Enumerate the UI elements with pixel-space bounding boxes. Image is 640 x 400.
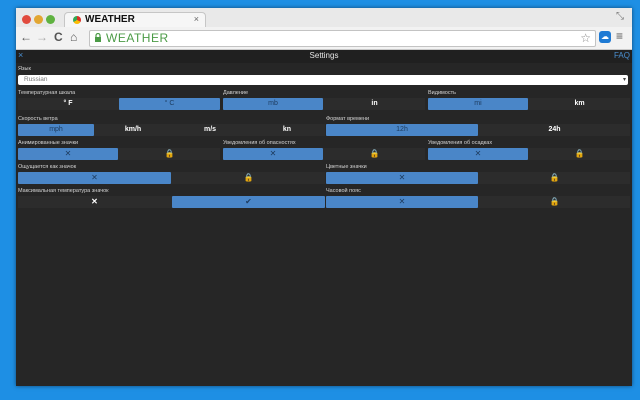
- off-icon[interactable]: ✕: [223, 148, 323, 160]
- off-icon[interactable]: ✕: [18, 148, 118, 160]
- tab-close-icon[interactable]: ×: [194, 14, 199, 24]
- lock-icon: [95, 33, 101, 42]
- close-window-button[interactable]: [22, 15, 31, 24]
- feels-like-label: Ощущается как значок: [18, 164, 77, 170]
- title-bar: WEATHER × ⤡: [16, 8, 632, 28]
- browser-tab[interactable]: WEATHER ×: [64, 12, 206, 28]
- home-button[interactable]: ⌂: [70, 30, 77, 44]
- back-button[interactable]: ←: [20, 30, 32, 44]
- lock-icon[interactable]: 🔒: [479, 196, 630, 208]
- chrome-icon: [73, 16, 81, 24]
- max-temp-toggle: ✕ ✔: [18, 196, 325, 208]
- visibility-label: Видимость: [428, 90, 456, 96]
- check-icon[interactable]: ✔: [172, 196, 325, 208]
- off-icon[interactable]: ✕: [18, 172, 171, 184]
- faq-link[interactable]: FAQ: [614, 51, 630, 60]
- pressure-label: Давление: [223, 90, 249, 96]
- option-celsius[interactable]: ° C: [119, 98, 220, 110]
- address-bar[interactable]: WEATHER ☆: [89, 30, 596, 47]
- time-zone-toggle: ✕ 🔒: [326, 196, 630, 208]
- time-format-toggle: 12h 24h: [326, 124, 630, 136]
- minimize-window-button[interactable]: [34, 15, 43, 24]
- precip-notifications-toggle: ✕ 🔒: [428, 148, 630, 160]
- option-12h[interactable]: 12h: [326, 124, 478, 136]
- time-zone-label: Часовой пояс: [326, 188, 361, 194]
- option-kn[interactable]: kn: [249, 124, 325, 136]
- option-mph[interactable]: mph: [18, 124, 94, 136]
- lock-icon[interactable]: 🔒: [324, 148, 425, 160]
- lock-icon[interactable]: 🔒: [119, 148, 220, 160]
- animated-icons-label: Анимированные значки: [18, 140, 79, 146]
- browser-toolbar: ← → C ⌂ WEATHER ☆ ☁ ≡: [16, 27, 632, 50]
- reload-button[interactable]: C: [54, 30, 63, 44]
- color-icons-label: Цветные значки: [326, 164, 367, 170]
- off-icon[interactable]: ✕: [428, 148, 528, 160]
- lock-icon[interactable]: 🔒: [479, 172, 630, 184]
- settings-header: × Settings FAQ: [16, 50, 632, 63]
- url-text: WEATHER: [106, 31, 169, 45]
- temperature-toggle: ° F ° C: [18, 98, 220, 110]
- pressure-toggle: mb in: [223, 98, 425, 110]
- browser-window: WEATHER × ⤡ ← → C ⌂ WEATHER ☆ ☁ ≡ × Sett…: [16, 8, 632, 386]
- language-value: Russian: [24, 76, 48, 83]
- wind-speed-toggle: mph km/h m/s kn: [18, 124, 325, 136]
- off-icon[interactable]: ✕: [326, 172, 478, 184]
- fullscreen-icon[interactable]: ⤡: [616, 11, 624, 22]
- temperature-label: Температурная шкала: [18, 90, 76, 96]
- option-kmh[interactable]: km/h: [95, 124, 171, 136]
- wind-speed-label: Скорость ветра: [18, 116, 58, 122]
- language-select[interactable]: Russian ▾: [18, 75, 628, 85]
- max-temp-label: Максимальная температура значок: [18, 188, 109, 194]
- chevron-down-icon: ▾: [622, 77, 626, 83]
- forward-button[interactable]: →: [36, 30, 48, 44]
- option-fahrenheit[interactable]: ° F: [18, 98, 118, 110]
- visibility-toggle: mi km: [428, 98, 630, 110]
- off-icon[interactable]: ✕: [326, 196, 478, 208]
- feels-like-toggle: ✕ 🔒: [18, 172, 325, 184]
- animated-icons-toggle: ✕ 🔒: [18, 148, 220, 160]
- maximize-window-button[interactable]: [46, 15, 55, 24]
- lock-icon[interactable]: 🔒: [529, 148, 630, 160]
- option-24h[interactable]: 24h: [479, 124, 630, 136]
- weather-extension-icon[interactable]: ☁: [599, 31, 611, 43]
- off-icon[interactable]: ✕: [18, 196, 171, 208]
- lock-icon[interactable]: 🔒: [172, 172, 325, 184]
- option-km[interactable]: km: [529, 98, 630, 110]
- time-format-label: Формат времени: [326, 116, 370, 122]
- tab-title: WEATHER: [85, 14, 135, 25]
- page-title: Settings: [309, 51, 339, 60]
- option-mi[interactable]: mi: [428, 98, 528, 110]
- menu-icon[interactable]: ≡: [616, 29, 623, 43]
- color-icons-toggle: ✕ 🔒: [326, 172, 630, 184]
- option-mb[interactable]: mb: [223, 98, 323, 110]
- option-in[interactable]: in: [324, 98, 425, 110]
- bookmark-star-icon[interactable]: ☆: [580, 31, 591, 45]
- precip-notifications-label: Уведомления об осадках: [428, 140, 493, 146]
- option-ms[interactable]: m/s: [172, 124, 248, 136]
- hazard-notifications-label: Уведомления об опасностях: [223, 140, 296, 146]
- hazard-notifications-toggle: ✕ 🔒: [223, 148, 425, 160]
- language-label: Язык: [18, 66, 31, 72]
